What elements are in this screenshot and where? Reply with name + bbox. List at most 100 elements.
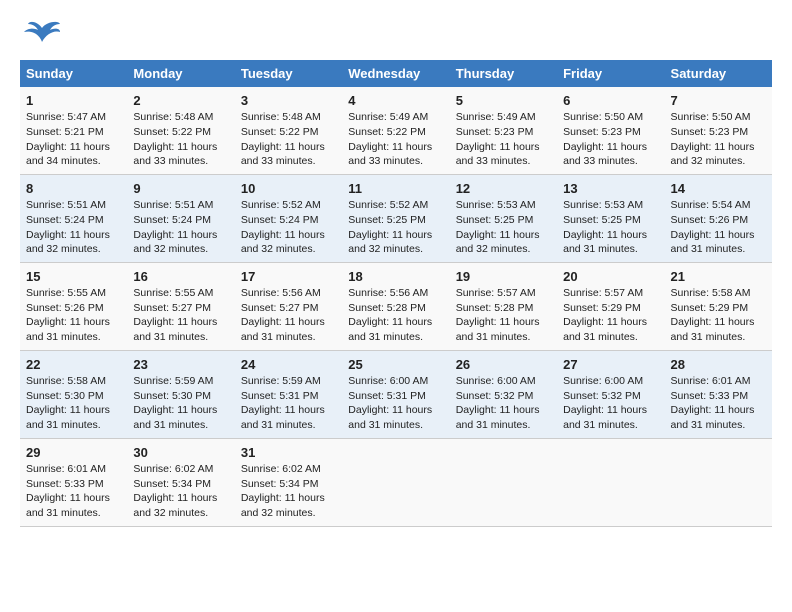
sunset-text: Sunset: 5:27 PM — [133, 302, 211, 314]
daylight-label: Daylight: 11 hours and 31 minutes. — [563, 316, 647, 343]
sunset-text: Sunset: 5:30 PM — [133, 390, 211, 402]
sunset-text: Sunset: 5:24 PM — [241, 214, 319, 226]
day-number: 8 — [26, 180, 121, 198]
daylight-label: Daylight: 11 hours and 32 minutes. — [671, 141, 755, 168]
daylight-label: Daylight: 11 hours and 31 minutes. — [671, 229, 755, 256]
calendar-cell — [450, 438, 557, 526]
sunset-text: Sunset: 5:32 PM — [456, 390, 534, 402]
calendar-day-header-saturday: Saturday — [665, 60, 772, 87]
calendar-cell — [557, 438, 664, 526]
day-number: 23 — [133, 356, 228, 374]
daylight-label: Daylight: 11 hours and 31 minutes. — [348, 316, 432, 343]
sunset-text: Sunset: 5:26 PM — [671, 214, 749, 226]
day-number: 21 — [671, 268, 766, 286]
daylight-label: Daylight: 11 hours and 31 minutes. — [456, 404, 540, 431]
sunrise-text: Sunrise: 6:00 AM — [563, 375, 643, 387]
daylight-label: Daylight: 11 hours and 31 minutes. — [241, 316, 325, 343]
sunrise-text: Sunrise: 6:00 AM — [348, 375, 428, 387]
sunrise-text: Sunrise: 5:51 AM — [133, 199, 213, 211]
calendar-cell: 28Sunrise: 6:01 AMSunset: 5:33 PMDayligh… — [665, 350, 772, 438]
day-number: 10 — [241, 180, 336, 198]
sunrise-text: Sunrise: 6:02 AM — [133, 463, 213, 475]
calendar-day-header-wednesday: Wednesday — [342, 60, 449, 87]
day-number: 27 — [563, 356, 658, 374]
daylight-label: Daylight: 11 hours and 33 minutes. — [456, 141, 540, 168]
calendar-header: SundayMondayTuesdayWednesdayThursdayFrid… — [20, 60, 772, 87]
sunset-text: Sunset: 5:24 PM — [133, 214, 211, 226]
sunrise-text: Sunrise: 6:00 AM — [456, 375, 536, 387]
daylight-label: Daylight: 11 hours and 31 minutes. — [671, 316, 755, 343]
sunrise-text: Sunrise: 5:48 AM — [133, 111, 213, 123]
logo-bird-icon — [24, 20, 60, 50]
sunset-text: Sunset: 5:31 PM — [348, 390, 426, 402]
daylight-label: Daylight: 11 hours and 33 minutes. — [241, 141, 325, 168]
calendar-day-header-tuesday: Tuesday — [235, 60, 342, 87]
daylight-label: Daylight: 11 hours and 31 minutes. — [26, 316, 110, 343]
sunrise-text: Sunrise: 6:02 AM — [241, 463, 321, 475]
sunrise-text: Sunrise: 5:57 AM — [456, 287, 536, 299]
sunset-text: Sunset: 5:34 PM — [241, 478, 319, 490]
calendar-week-row: 8 Sunrise: 5:51 AM Sunset: 5:24 PM Daylight… — [20, 174, 772, 262]
day-number: 31 — [241, 444, 336, 462]
calendar-table: SundayMondayTuesdayWednesdayThursdayFrid… — [20, 60, 772, 527]
sunrise-text: Sunrise: 5:52 AM — [348, 199, 428, 211]
day-number: 29 — [26, 444, 121, 462]
calendar-cell: 6Sunrise: 5:50 AMSunset: 5:23 PMDaylight… — [557, 87, 664, 174]
daylight-label: Daylight: 11 hours and 32 minutes. — [133, 229, 217, 256]
calendar-cell: 3Sunrise: 5:48 AM Sunset: 5:22 PM Daylight… — [235, 87, 342, 174]
sunset-text: Sunset: 5:29 PM — [671, 302, 749, 314]
daylight-label: Daylight: 11 hours and 31 minutes. — [563, 404, 647, 431]
day-number: 3 — [241, 92, 336, 110]
sunrise-text: Sunrise: 5:55 AM — [26, 287, 106, 299]
daylight-label: Daylight: 11 hours and 33 minutes. — [563, 141, 647, 168]
calendar-cell: 18Sunrise: 5:56 AM Sunset: 5:28 PM Dayligh… — [342, 262, 449, 350]
sunrise-text: Sunrise: 5:48 AM — [241, 111, 321, 123]
calendar-cell: 10Sunrise: 5:52 AMSunset: 5:24 PMDayligh… — [235, 174, 342, 262]
calendar-cell: 20Sunrise: 5:57 AMSunset: 5:29 PMDayligh… — [557, 262, 664, 350]
calendar-cell: 15Sunrise: 5:55 AMSunset: 5:26 PMDayligh… — [20, 262, 127, 350]
sunrise-text: Sunrise: 5:56 AM — [241, 287, 321, 299]
sunset-text: Sunset: 5:23 PM — [563, 126, 641, 138]
day-number: 26 — [456, 356, 551, 374]
day-number: 22 — [26, 356, 121, 374]
day-number: 28 — [671, 356, 766, 374]
calendar-cell: 29Sunrise: 6:01 AMSunset: 5:33 PMDayligh… — [20, 438, 127, 526]
daylight-label: Daylight: 11 hours and 31 minutes. — [133, 316, 217, 343]
calendar-cell: 8Sunrise: 5:51 AMSunset: 5:24 PMDaylight… — [20, 174, 127, 262]
calendar-cell: 23Sunrise: 5:59 AMSunset: 5:30 PMDayligh… — [127, 350, 234, 438]
calendar-cell: 26Sunrise: 6:00 AM Sunset: 5:32 PM Dayligh… — [450, 350, 557, 438]
calendar-cell: 21Sunrise: 5:58 AMSunset: 5:29 PMDayligh… — [665, 262, 772, 350]
logo — [20, 20, 60, 50]
calendar-cell: 14Sunrise: 5:54 AMSunset: 5:26 PMDayligh… — [665, 174, 772, 262]
daylight-label: Daylight: 11 hours and 32 minutes. — [348, 229, 432, 256]
sunset-text: Sunset: 5:32 PM — [563, 390, 641, 402]
calendar-cell: 16Sunrise: 5:55 AM Sunset: 5:27 PM Dayligh… — [127, 262, 234, 350]
day-number: 2 — [133, 92, 228, 110]
day-number: 6 — [563, 92, 658, 110]
daylight-label: Daylight: 11 hours and 31 minutes. — [563, 229, 647, 256]
sunset-text: Sunset: 5:22 PM — [241, 126, 319, 138]
sunset-text: Sunset: 5:30 PM — [26, 390, 104, 402]
sunset-text: Sunset: 5:23 PM — [671, 126, 749, 138]
sunrise-text: Sunrise: 5:56 AM — [348, 287, 428, 299]
sunset-text: Sunset: 5:31 PM — [241, 390, 319, 402]
sunset-text: Sunset: 5:33 PM — [671, 390, 749, 402]
calendar-cell: 9Sunrise: 5:51 AM Sunset: 5:24 PM Daylight… — [127, 174, 234, 262]
daylight-label: Daylight: 11 hours and 31 minutes. — [456, 316, 540, 343]
day-number: 16 — [133, 268, 228, 286]
day-number: 14 — [671, 180, 766, 198]
day-number: 18 — [348, 268, 443, 286]
daylight-label: Daylight: 11 hours and 34 minutes. — [26, 141, 110, 168]
daylight-label: Daylight: 11 hours and 31 minutes. — [671, 404, 755, 431]
sunset-text: Sunset: 5:34 PM — [133, 478, 211, 490]
sunset-text: Sunset: 5:28 PM — [456, 302, 534, 314]
sunrise-text: Sunrise: 5:49 AM — [348, 111, 428, 123]
day-number: 15 — [26, 268, 121, 286]
day-number: 5 — [456, 92, 551, 110]
sunrise-text: Sunrise: 5:55 AM — [133, 287, 213, 299]
calendar-week-row: 15Sunrise: 5:55 AMSunset: 5:26 PMDayligh… — [20, 262, 772, 350]
daylight-label: Daylight: 11 hours and 33 minutes. — [348, 141, 432, 168]
day-number: 9 — [133, 180, 228, 198]
sunset-text: Sunset: 5:28 PM — [348, 302, 426, 314]
calendar-week-row: 22Sunrise: 5:58 AMSunset: 5:30 PMDayligh… — [20, 350, 772, 438]
